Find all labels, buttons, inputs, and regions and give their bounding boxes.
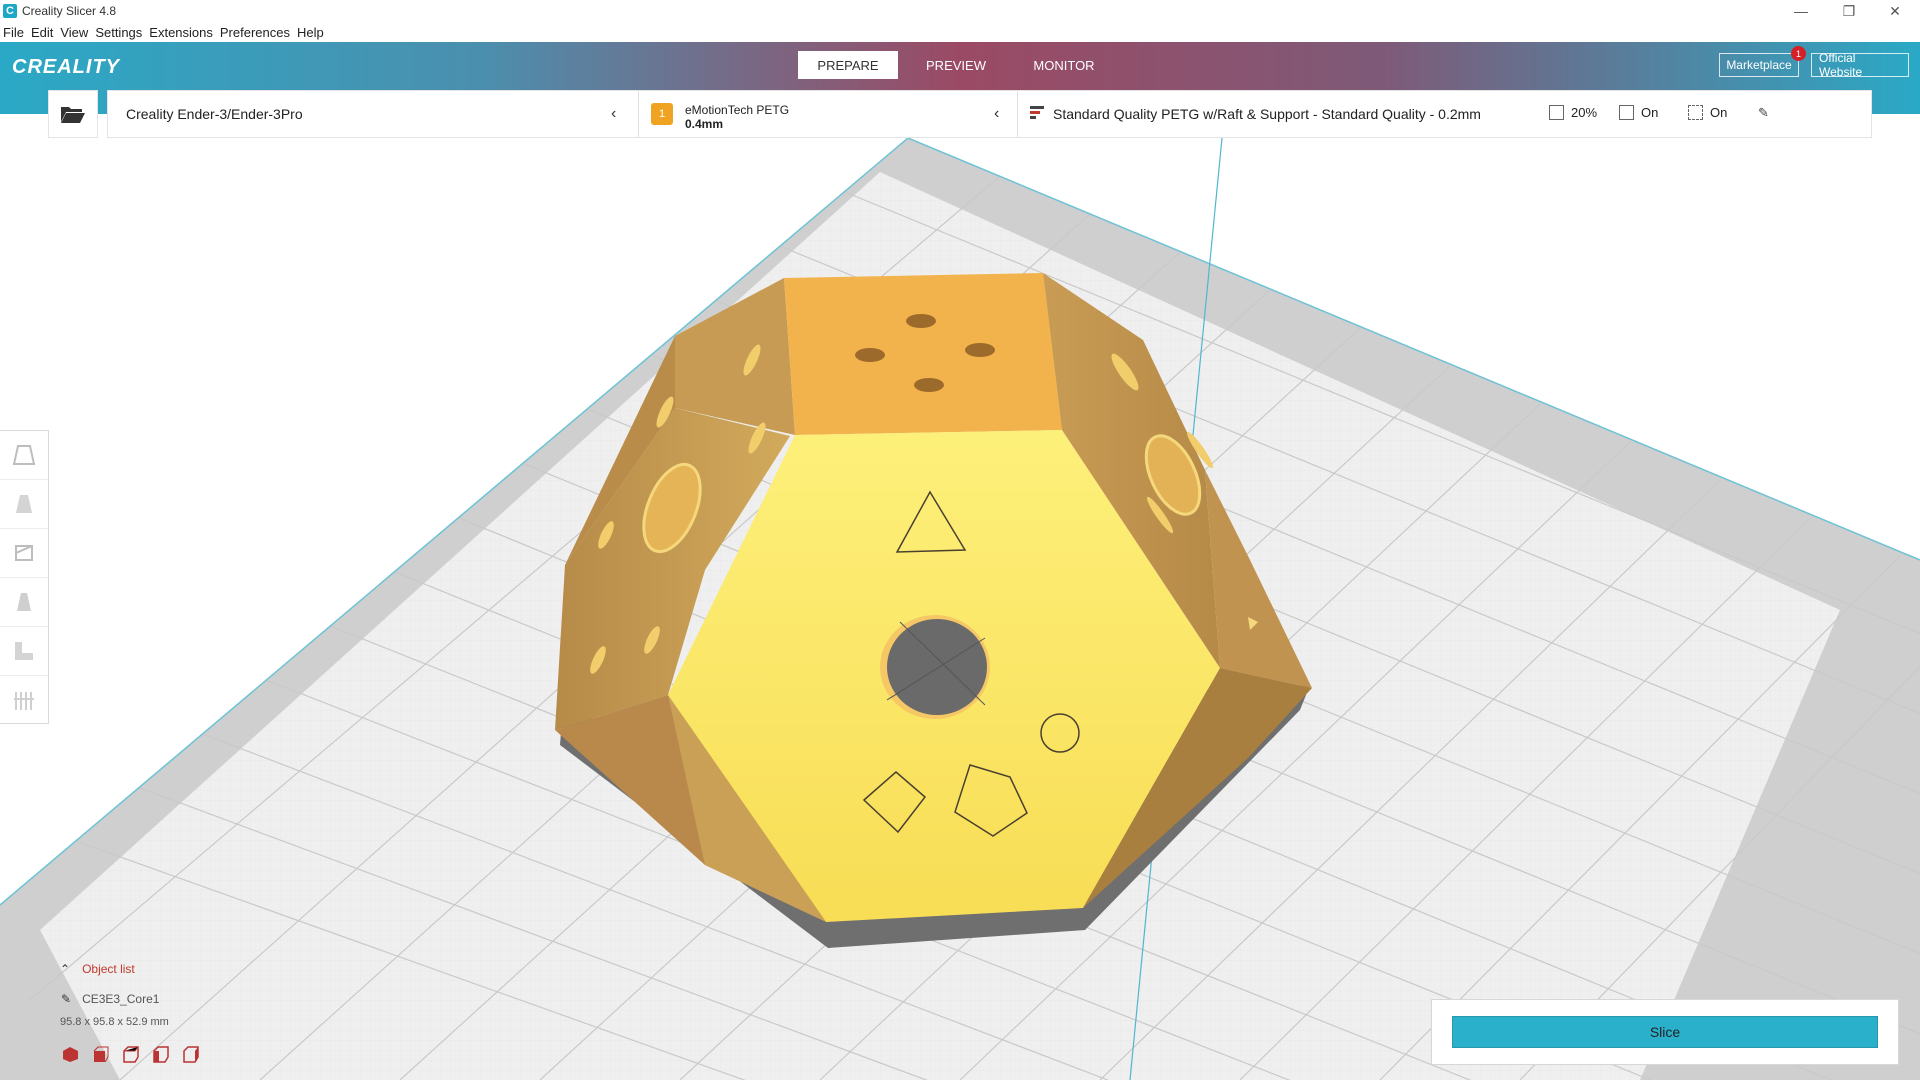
3d-viewport[interactable] (0, 137, 1920, 1080)
pencil-icon: ✎ (61, 992, 72, 1006)
center-hole (887, 619, 987, 715)
menu-file[interactable]: File (3, 25, 24, 40)
object-list-title: Object list (82, 962, 135, 976)
open-file-button[interactable] (48, 90, 98, 138)
support-blocker-button[interactable] (0, 676, 48, 725)
config-bar: Creality Ender-3/Ender-3Pro ‹ 1 eMotionT… (107, 90, 1872, 138)
object-dimensions: 95.8 x 95.8 x 52.9 mm (60, 1016, 169, 1028)
per-model-settings-icon (15, 642, 33, 660)
stage-tabs: PREPARE PREVIEW MONITOR (798, 51, 1122, 79)
top-view-icon[interactable] (122, 1046, 139, 1063)
menu-view[interactable]: View (60, 25, 88, 40)
object-name-row[interactable]: ✎ CE3E3_Core1 (61, 992, 159, 1006)
marketplace-button[interactable]: Marketplace (1719, 53, 1799, 77)
menu-preferences[interactable]: Preferences (220, 25, 290, 40)
slice-panel: Slice (1431, 999, 1899, 1065)
material-name: eMotionTech PETG (685, 103, 790, 117)
tab-prepare[interactable]: PREPARE (798, 51, 898, 79)
support-blocker-icon (14, 691, 34, 710)
print-settings-selector[interactable]: Standard Quality PETG w/Raft & Support -… (1018, 91, 1873, 137)
infill-icon (1549, 105, 1564, 120)
front-view-icon[interactable] (92, 1046, 109, 1063)
material-selector[interactable]: 1 eMotionTech PETG 0.4mm ‹ (639, 91, 1017, 137)
marketplace-badge: 1 (1791, 46, 1806, 61)
model-top-face (784, 273, 1062, 435)
left-view-icon[interactable] (152, 1046, 169, 1063)
printer-name: Creality Ender-3/Ender-3Pro (126, 106, 303, 122)
adhesion-value: On (1710, 105, 1728, 120)
scale-tool-button[interactable] (0, 480, 48, 529)
title-bar: C Creality Slicer 4.8 — ❐ ✕ (0, 0, 1920, 22)
app-window: C Creality Slicer 4.8 — ❐ ✕ File Edit Vi… (0, 0, 1920, 1080)
folder-open-icon (61, 107, 85, 123)
minimize-button[interactable]: — (1778, 0, 1824, 22)
adhesion-icon (1688, 105, 1703, 120)
app-icon: C (3, 4, 17, 18)
mirror-tool-icon (17, 593, 31, 611)
move-tool-icon (12, 445, 36, 465)
move-tool-button[interactable] (0, 431, 48, 480)
pencil-icon[interactable]: ✎ (1758, 105, 1769, 121)
rotate-tool-icon (15, 545, 33, 561)
tool-panel (0, 430, 49, 724)
chevron-left-icon: ‹ (994, 105, 1000, 122)
build-plate-scene (0, 137, 1920, 1080)
slice-button[interactable]: Slice (1452, 1016, 1878, 1048)
3d-view-icon[interactable] (62, 1046, 79, 1063)
tab-monitor[interactable]: MONITOR (1014, 51, 1114, 79)
rotate-tool-button[interactable] (0, 529, 48, 578)
profile-icon (1030, 106, 1044, 119)
printer-selector[interactable]: Creality Ender-3/Ender-3Pro ‹ (108, 91, 638, 137)
profile-name: Standard Quality PETG w/Raft & Support -… (1053, 106, 1481, 122)
chevron-up-icon: ⌃ (60, 962, 71, 976)
adhesion-setting[interactable]: On (1688, 105, 1727, 120)
official-website-button[interactable]: Official Website (1811, 51, 1909, 79)
infill-value: 20% (1571, 105, 1598, 120)
menu-edit[interactable]: Edit (31, 25, 53, 40)
menu-extensions[interactable]: Extensions (149, 25, 213, 40)
scale-tool-icon (16, 495, 32, 513)
maximize-button[interactable]: ❐ (1826, 0, 1872, 22)
support-setting[interactable]: On (1619, 105, 1658, 120)
extruder-icon: 1 (651, 103, 673, 125)
tab-preview[interactable]: PREVIEW (906, 51, 1006, 79)
object-list-toggle[interactable]: ⌃ Object list (60, 962, 135, 976)
creality-logo: CREALITY (12, 56, 120, 78)
chevron-left-icon: ‹ (611, 105, 617, 122)
view-orientation-buttons (62, 1046, 212, 1063)
nozzle-size: 0.4mm (685, 117, 724, 131)
window-title: Creality Slicer 4.8 (22, 4, 117, 18)
object-name: CE3E3_Core1 (82, 992, 160, 1006)
close-button[interactable]: ✕ (1872, 0, 1918, 22)
menu-bar: File Edit View Settings Extensions Prefe… (0, 22, 1920, 42)
per-model-settings-button[interactable] (0, 627, 48, 676)
menu-help[interactable]: Help (297, 25, 324, 40)
support-value: On (1641, 105, 1659, 120)
infill-setting[interactable]: 20% (1549, 105, 1597, 120)
mirror-tool-button[interactable] (0, 578, 48, 627)
right-view-icon[interactable] (182, 1046, 199, 1063)
menu-settings[interactable]: Settings (95, 25, 142, 40)
support-icon (1619, 105, 1634, 120)
